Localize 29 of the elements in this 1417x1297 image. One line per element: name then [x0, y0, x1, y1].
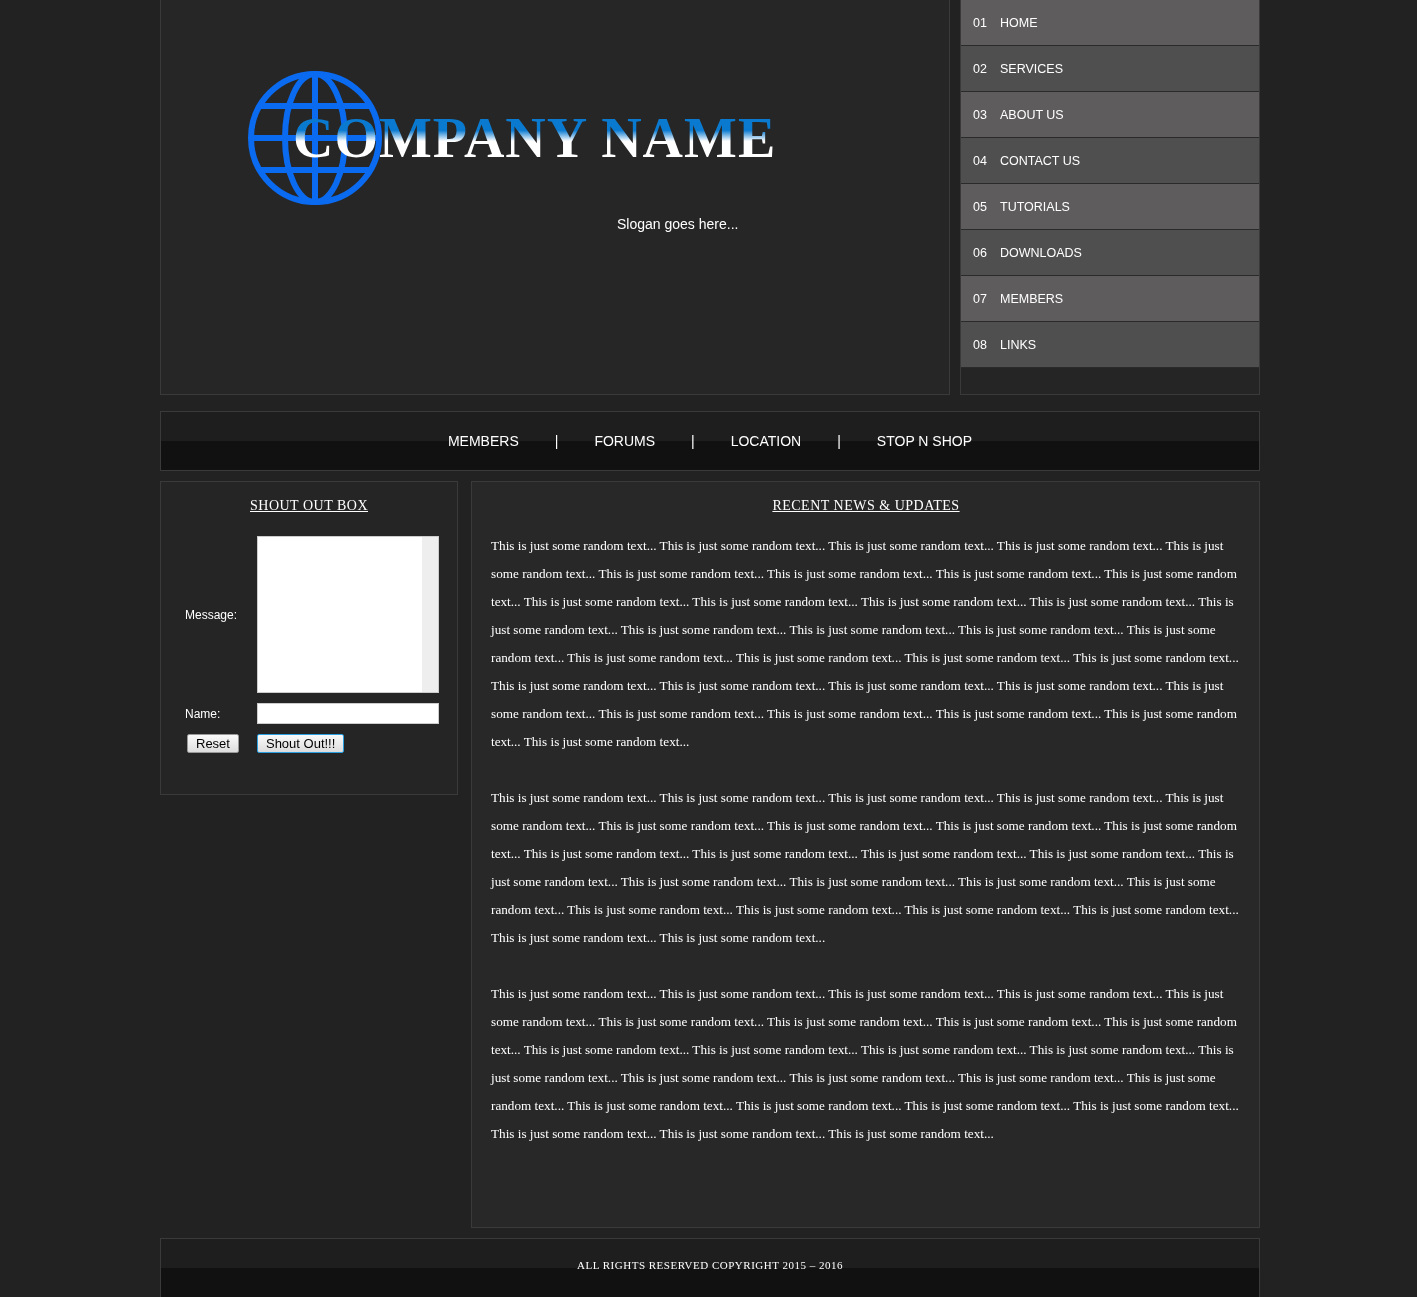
- copyright-text: ALL RIGHTS RESERVED COPYRIGHT 2015 – 2016: [577, 1259, 843, 1273]
- menu-item[interactable]: 01 HOME: [961, 0, 1259, 46]
- nav-link[interactable]: MEMBERS: [447, 433, 519, 449]
- message-field[interactable]: [257, 536, 439, 693]
- slogan: Slogan goes here...: [617, 216, 740, 232]
- nav-separator: |: [691, 433, 695, 449]
- menu-item[interactable]: 06 DOWNLOADS: [961, 230, 1259, 276]
- news-paragraph: This is just some random text... This is just some random text... This is just some random text... This is just some random text... This is just some random text... This is just some random text... This is just some random text... This is just some random text... This is just some random text... This is just some random text... This is just some random text... This is just some random text... This is just some random text... This is just some random text... This is just some random text... This is just some random text... This is just some random text... This is just some random text... This is just some random text... This is just some random text... This is just some random text... This is just some random text... This is just some random text... This is just some random text...: [491, 789, 1240, 947]
- nav-separator: |: [554, 433, 559, 449]
- message-label: Message:: [185, 607, 239, 622]
- nav-link[interactable]: FORUMS: [594, 433, 656, 449]
- nav-link[interactable]: STOP N SHOP: [876, 433, 973, 449]
- menu-item[interactable]: 03 ABOUT US: [961, 92, 1259, 138]
- form-button[interactable]: Reset: [187, 734, 239, 753]
- name-field[interactable]: [257, 703, 439, 724]
- menu-item[interactable]: 08 LINKS: [961, 322, 1259, 368]
- news-paragraph: This is just some random text... This is just some random text... This is just some random text... This is just some random text... This is just some random text... This is just some random text... This is just some random text... This is just some random text... This is just some random text... This is just some random text... This is just some random text... This is just some random text... This is just some random text... This is just some random text... This is just some random text... This is just some random text... This is just some random text... This is just some random text... This is just some random text... This is just some random text... This is just some random text... This is just some random text... This is just some random text... This is just some random text... This is just some random text...: [491, 985, 1240, 1143]
- menu-item[interactable]: 02 SERVICES: [961, 46, 1259, 92]
- menu-item[interactable]: 07 MEMBERS: [961, 276, 1259, 322]
- panel-title: RECENT NEWS & UPDATES: [771, 498, 961, 514]
- name-label: Name:: [185, 706, 222, 721]
- news-paragraph: This is just some random text... This is just some random text... This is just some random text... This is just some random text... This is just some random text... This is just some random text... This is just some random text... This is just some random text... This is just some random text... This is just some random text... This is just some random text... This is just some random text... This is just some random text... This is just some random text... This is just some random text... This is just some random text... This is just some random text... This is just some random text... This is just some random text... This is just some random text... This is just some random text... This is just some random text... This is just some random text... This is just some random text... This is just some random text... This is just some random text... This is just some random text... This is just some random text... This is just some random text... This is just some random text... This is just some random text... This is just some random text...: [491, 537, 1240, 751]
- scrollbar[interactable]: [422, 537, 438, 692]
- menu-item[interactable]: 05 TUTORIALS: [961, 184, 1259, 230]
- menu-item[interactable]: 04 CONTACT US: [961, 138, 1259, 184]
- nav-separator: |: [837, 433, 841, 449]
- nav-link[interactable]: LOCATION: [730, 433, 802, 449]
- panel-title: SHOUT OUT BOX: [249, 498, 369, 514]
- form-button[interactable]: Shout Out!!!: [256, 734, 345, 753]
